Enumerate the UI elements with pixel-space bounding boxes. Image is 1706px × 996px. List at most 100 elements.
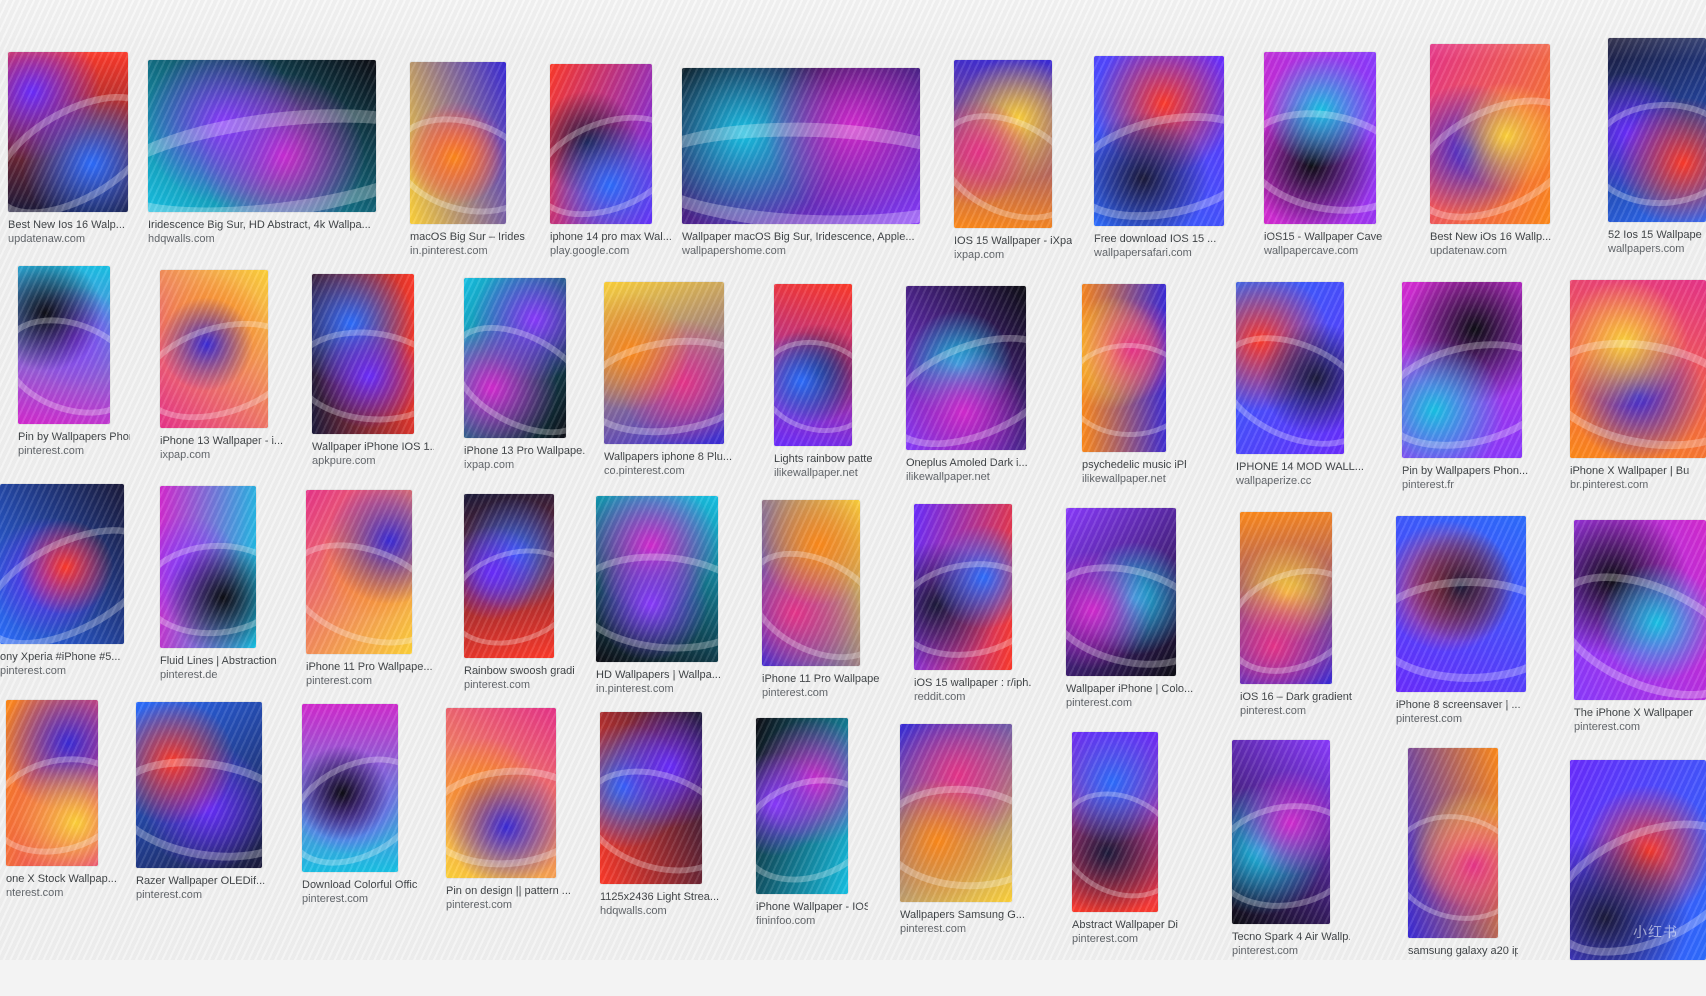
result-title[interactable]: Pin by Wallpapers Phon... <box>1402 464 1542 478</box>
result-title[interactable]: Wallpaper iPhone IOS 1... <box>312 440 434 454</box>
result-title[interactable]: Best New Ios 16 Walp... <box>8 218 148 232</box>
result-tile[interactable]: 52 Ios 15 Wallpape wallpapers.com <box>1608 38 1706 258</box>
result-thumbnail[interactable] <box>160 486 256 648</box>
result-tile[interactable]: Oneplus Amoled Dark i... ilikewallpaper.n… <box>906 286 1028 486</box>
result-tile[interactable]: one X Stock Wallpap... nterest.com <box>6 700 117 902</box>
result-thumbnail[interactable] <box>550 64 652 224</box>
result-title[interactable]: Free download IOS 15 ... <box>1094 232 1244 246</box>
result-thumbnail[interactable] <box>0 484 124 644</box>
result-thumbnail[interactable] <box>1402 282 1522 458</box>
result-tile[interactable]: Free download IOS 15 ... wallpapersafari.… <box>1094 56 1224 262</box>
result-title[interactable]: iPhone 8 screensaver | ... <box>1396 698 1546 712</box>
result-tile[interactable]: iphone 14 pro max Wal... play.google.com <box>550 64 672 260</box>
result-title[interactable]: iOS 15 wallpaper : r/iph... <box>914 676 1032 690</box>
result-tile[interactable]: Rainbow swoosh gradie...pinterest.com <box>464 494 574 694</box>
result-tile[interactable]: samsung galaxy a20 ip... <box>1408 748 1518 974</box>
result-title[interactable]: Oneplus Amoled Dark i... <box>906 456 1046 470</box>
result-thumbnail[interactable] <box>596 496 718 662</box>
result-tile[interactable]: Fluid Lines | Abstraction... pinterest.de <box>160 486 276 684</box>
result-tile[interactable]: Wallpaper iPhone IOS 1... apkpure.com <box>312 274 434 470</box>
result-thumbnail[interactable] <box>148 60 376 212</box>
result-thumbnail[interactable] <box>954 60 1052 228</box>
result-tile[interactable]: Wallpapers Samsung G... pinterest.com <box>900 724 1025 938</box>
result-tile[interactable]: Razer Wallpaper OLEDif... pinterest.com <box>136 702 265 904</box>
result-thumbnail[interactable] <box>302 704 398 872</box>
result-tile[interactable]: Pin on design || pattern ... pinterest.co… <box>446 708 571 914</box>
result-thumbnail[interactable] <box>600 712 702 884</box>
result-title[interactable]: Iridescence Big Sur, HD Abstract, 4k Wal… <box>148 218 396 232</box>
result-thumbnail[interactable] <box>1408 748 1498 938</box>
result-tile[interactable]: Download Colorful Offic... pinterest.com <box>302 704 418 908</box>
result-title[interactable]: one X Stock Wallpap... <box>6 872 118 886</box>
result-tile[interactable]: iPhone 13 Wallpaper - i... ixpap.com <box>160 270 283 464</box>
result-thumbnail[interactable] <box>1094 56 1224 226</box>
result-title[interactable]: IPHONE 14 MOD WALL... <box>1236 460 1364 474</box>
result-thumbnail[interactable] <box>756 718 848 894</box>
result-tile[interactable]: Iridescence Big Sur, HD Abstract, 4k Wal… <box>148 60 376 248</box>
result-thumbnail[interactable] <box>682 68 920 224</box>
result-tile[interactable]: Pin by Wallpapers Phon...pinterest.com <box>18 266 130 460</box>
result-thumbnail[interactable] <box>906 286 1026 450</box>
result-title[interactable]: iPhone X Wallpaper | Bu <box>1570 464 1706 478</box>
result-title[interactable]: iPhone 13 Wallpaper - i... <box>160 434 288 448</box>
result-tile[interactable]: Pin by Wallpapers Phon... pinterest.fr <box>1402 282 1528 494</box>
result-tile[interactable]: iOS 16 – Dark gradient ... pinterest.com <box>1240 512 1352 720</box>
result-title[interactable]: 52 Ios 15 Wallpape <box>1608 228 1706 242</box>
result-tile[interactable]: Lights rainbow pattern i...ilikewallpape… <box>774 284 872 482</box>
result-title[interactable]: iPhone 11 Pro Wallpape... <box>306 660 432 674</box>
result-title[interactable]: ony Xperia #iPhone #5... <box>0 650 144 664</box>
result-title[interactable]: iOS15 - Wallpaper Cave <box>1264 230 1396 244</box>
result-tile[interactable]: iPhone Wallpaper - IOS ...fininfoo.com <box>756 718 868 930</box>
result-title[interactable]: The iPhone X Wallpaper <box>1574 706 1706 720</box>
result-thumbnail[interactable] <box>1072 732 1158 912</box>
result-thumbnail[interactable] <box>762 500 860 666</box>
result-title[interactable]: psychedelic music iPho... <box>1082 458 1186 472</box>
result-thumbnail[interactable] <box>464 278 566 438</box>
result-thumbnail[interactable] <box>1574 520 1706 700</box>
result-tile[interactable]: macOS Big Sur – Irides... in.pinterest.co… <box>410 62 526 260</box>
result-thumbnail[interactable] <box>900 724 1012 902</box>
result-tile[interactable]: Best New iOs 16 Wallp... updatenaw.com <box>1430 44 1551 260</box>
result-thumbnail[interactable] <box>1430 44 1550 224</box>
result-title[interactable]: Wallpaper iPhone | Colo... <box>1066 682 1196 696</box>
result-title[interactable]: Rainbow swoosh gradie... <box>464 664 574 678</box>
result-tile[interactable]: Abstract Wallpaper Disc...pinterest.com <box>1072 732 1178 948</box>
result-thumbnail[interactable] <box>1082 284 1166 452</box>
result-title[interactable]: Lights rainbow pattern i... <box>774 452 872 466</box>
result-title[interactable]: IOS 15 Wallpaper - iXpap <box>954 234 1072 248</box>
result-tile[interactable]: iOS15 - Wallpaper Cave wallpapercave.com <box>1264 52 1382 260</box>
result-tile[interactable]: psychedelic music iPho...ilikewallpaper.… <box>1082 284 1186 488</box>
result-thumbnail[interactable] <box>136 702 262 868</box>
result-title[interactable]: iphone 14 pro max Wal... <box>550 230 672 244</box>
result-title[interactable]: 1125x2436 Light Strea... <box>600 890 722 904</box>
result-tile[interactable]: HD Wallpapers | Wallpa... in.pinterest.co… <box>596 496 721 698</box>
result-thumbnail[interactable] <box>1240 512 1332 684</box>
result-title[interactable]: iPhone 11 Pro Wallpape... <box>762 672 880 686</box>
result-title[interactable]: Wallpapers Samsung G... <box>900 908 1032 922</box>
result-thumbnail[interactable] <box>604 282 724 444</box>
result-tile[interactable]: iOS 15 wallpaper : r/iph... reddit.com <box>914 504 1032 706</box>
result-thumbnail[interactable] <box>1232 740 1330 924</box>
result-title[interactable]: Wallpaper macOS Big Sur, Iridescence, Ap… <box>682 230 940 244</box>
result-title[interactable]: Wallpapers iphone 8 Plu... <box>604 450 744 464</box>
result-thumbnail[interactable] <box>160 270 268 428</box>
result-title[interactable]: iOS 16 – Dark gradient ... <box>1240 690 1352 704</box>
result-thumbnail[interactable] <box>1264 52 1376 224</box>
result-tile[interactable]: IOS 15 Wallpaper - iXpap ixpap.com <box>954 60 1072 264</box>
result-thumbnail[interactable] <box>1570 280 1706 458</box>
result-thumbnail[interactable] <box>6 700 98 866</box>
result-tile[interactable]: ony Xperia #iPhone #5... pinterest.com <box>0 484 124 680</box>
result-thumbnail[interactable] <box>1396 516 1526 692</box>
result-title[interactable]: Download Colorful Offic... <box>302 878 418 892</box>
result-title[interactable]: Pin by Wallpapers Phon... <box>18 430 130 444</box>
result-tile[interactable]: The iPhone X Wallpaper pinterest.com <box>1574 520 1706 736</box>
result-thumbnail[interactable] <box>1608 38 1706 222</box>
result-thumbnail[interactable] <box>306 490 412 654</box>
result-tile[interactable]: Wallpaper iPhone | Colo... pinterest.com <box>1066 508 1193 712</box>
result-title[interactable]: Pin on design || pattern ... <box>446 884 576 898</box>
result-tile[interactable]: iPhone 8 screensaver | ... pinterest.com <box>1396 516 1526 728</box>
result-thumbnail[interactable] <box>1236 282 1344 454</box>
result-title[interactable]: iPhone Wallpaper - IOS ... <box>756 900 868 914</box>
result-title[interactable]: iPhone 13 Pro Wallpape... <box>464 444 586 458</box>
result-tile[interactable]: iPhone 13 Pro Wallpape... ixpap.com <box>464 278 586 474</box>
